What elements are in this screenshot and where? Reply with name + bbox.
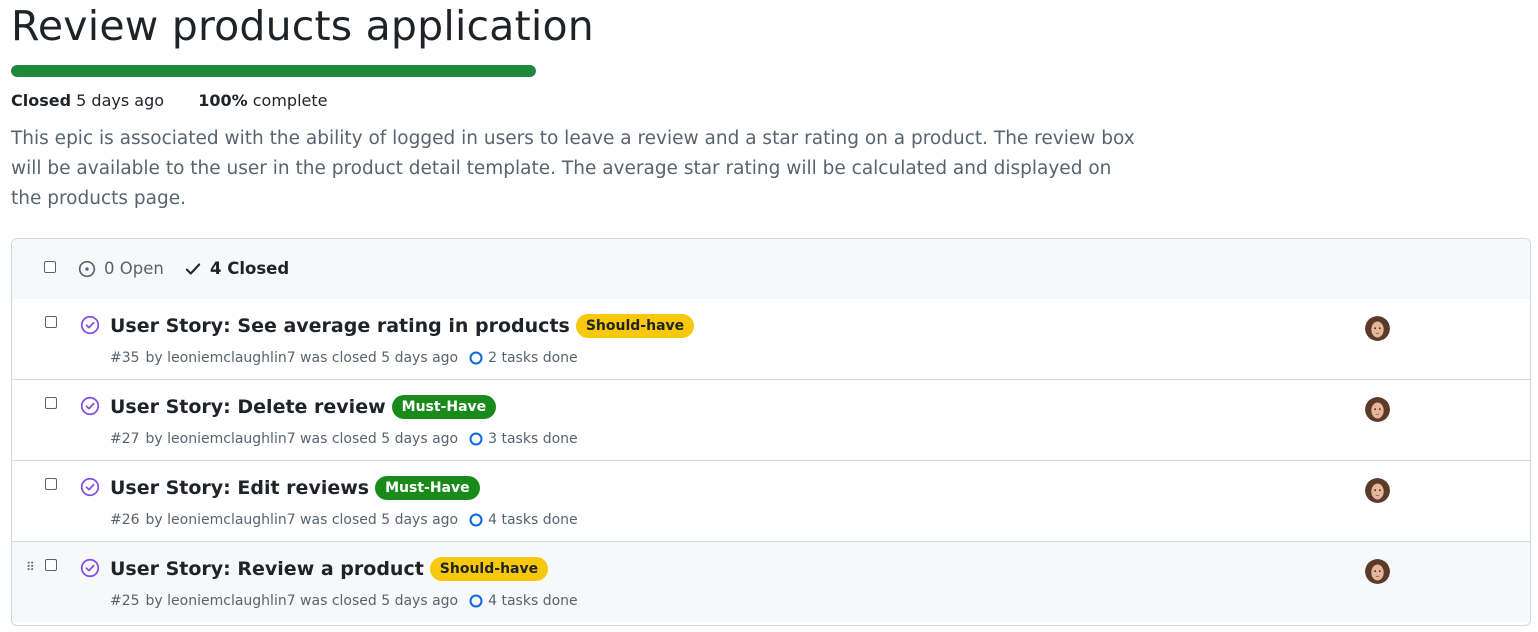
issue-byline: by leoniemclaughlin7 was closed 5 days a… bbox=[145, 350, 459, 366]
issue-row[interactable]: ⠿ User Story: Delete review Must-Have #2… bbox=[12, 380, 1530, 461]
issue-row[interactable]: ⠿ User Story: Review a product Should-ha… bbox=[12, 542, 1530, 622]
assignee-avatar[interactable] bbox=[1365, 397, 1390, 422]
issue-closed-icon bbox=[80, 396, 100, 416]
issue-row[interactable]: ⠿ User Story: See average rating in prod… bbox=[12, 299, 1530, 380]
issue-byline: by leoniemclaughlin7 was closed 5 days a… bbox=[145, 593, 459, 609]
milestone-description: This epic is associated with the ability… bbox=[11, 128, 1135, 209]
issue-meta: #27 by leoniemclaughlin7 was closed 5 da… bbox=[110, 431, 578, 447]
issue-meta: #35 by leoniemclaughlin7 was closed 5 da… bbox=[110, 350, 578, 366]
issue-label[interactable]: Must-Have bbox=[375, 476, 480, 500]
closed-time: 5 days ago bbox=[76, 91, 165, 110]
avatar-image bbox=[1365, 316, 1390, 341]
tab-closed-label: 4 Closed bbox=[210, 259, 290, 278]
tab-closed[interactable]: 4 Closed bbox=[184, 259, 289, 278]
issue-meta: #26 by leoniemclaughlin7 was closed 5 da… bbox=[110, 512, 578, 528]
issue-closed-icon bbox=[80, 315, 100, 335]
issue-checkbox[interactable] bbox=[45, 316, 57, 328]
issue-label[interactable]: Should-have bbox=[429, 557, 549, 581]
assignee-avatar[interactable] bbox=[1365, 559, 1390, 584]
avatar-image bbox=[1365, 478, 1390, 503]
task-progress-icon bbox=[469, 432, 483, 446]
issue-checkbox[interactable] bbox=[45, 478, 57, 490]
task-progress-icon bbox=[469, 351, 483, 365]
task-progress[interactable]: 2 tasks done bbox=[468, 350, 578, 366]
task-count: 4 tasks done bbox=[488, 512, 578, 528]
milestone-page: Review products application Closed 5 day… bbox=[0, 0, 1538, 632]
avatar-image bbox=[1365, 559, 1390, 584]
issue-number: #25 bbox=[110, 593, 140, 609]
progress-bar-fill bbox=[11, 65, 536, 77]
task-progress-icon bbox=[469, 513, 483, 527]
issue-number: #27 bbox=[110, 431, 140, 447]
tab-open-label: 0 Open bbox=[104, 259, 164, 278]
issue-label[interactable]: Must-Have bbox=[391, 395, 497, 419]
issues-header: 0 Open 4 Closed bbox=[12, 239, 1530, 300]
check-icon bbox=[185, 262, 201, 275]
issue-checkbox[interactable] bbox=[45, 559, 57, 571]
issue-closed-icon bbox=[80, 477, 100, 497]
issue-meta: #25 by leoniemclaughlin7 was closed 5 da… bbox=[110, 593, 578, 609]
issue-number: #26 bbox=[110, 512, 140, 528]
issue-byline: by leoniemclaughlin7 was closed 5 days a… bbox=[145, 512, 459, 528]
issues-panel: 0 Open 4 Closed ⠿ User Story: See averag… bbox=[11, 238, 1531, 626]
issue-number: #35 bbox=[110, 350, 140, 366]
task-progress-icon bbox=[469, 594, 483, 608]
percent-suffix: complete bbox=[252, 91, 328, 110]
issue-closed-icon bbox=[80, 558, 100, 578]
tab-open[interactable]: 0 Open bbox=[78, 259, 164, 278]
drag-handle-icon[interactable]: ⠿ bbox=[26, 560, 35, 574]
task-progress[interactable]: 3 tasks done bbox=[468, 431, 578, 447]
status-label: Closed bbox=[11, 91, 72, 110]
percent-complete: 100% bbox=[198, 91, 248, 110]
assignee-avatar[interactable] bbox=[1365, 478, 1390, 503]
issue-checkbox[interactable] bbox=[45, 397, 57, 409]
progress-bar bbox=[11, 65, 536, 77]
issue-label[interactable]: Should-have bbox=[575, 314, 695, 338]
issue-title-link[interactable]: User Story: Edit reviews bbox=[110, 477, 369, 499]
page-title: Review products application bbox=[11, 2, 594, 50]
milestone-meta: Closed 5 days ago 100% complete bbox=[11, 91, 327, 110]
issue-title-link[interactable]: User Story: Review a product bbox=[110, 558, 424, 580]
select-all-checkbox[interactable] bbox=[44, 261, 56, 273]
issue-title-link[interactable]: User Story: See average rating in produc… bbox=[110, 315, 570, 337]
task-count: 2 tasks done bbox=[488, 350, 578, 366]
assignee-avatar[interactable] bbox=[1365, 316, 1390, 341]
issue-open-icon bbox=[78, 260, 96, 277]
task-count: 3 tasks done bbox=[488, 431, 578, 447]
task-count: 4 tasks done bbox=[488, 593, 578, 609]
task-progress[interactable]: 4 tasks done bbox=[468, 512, 578, 528]
issue-row[interactable]: ⠿ User Story: Edit reviews Must-Have #26… bbox=[12, 461, 1530, 542]
issue-byline: by leoniemclaughlin7 was closed 5 days a… bbox=[145, 431, 459, 447]
issue-title-link[interactable]: User Story: Delete review bbox=[110, 396, 386, 418]
task-progress[interactable]: 4 tasks done bbox=[468, 593, 578, 609]
avatar-image bbox=[1365, 397, 1390, 422]
